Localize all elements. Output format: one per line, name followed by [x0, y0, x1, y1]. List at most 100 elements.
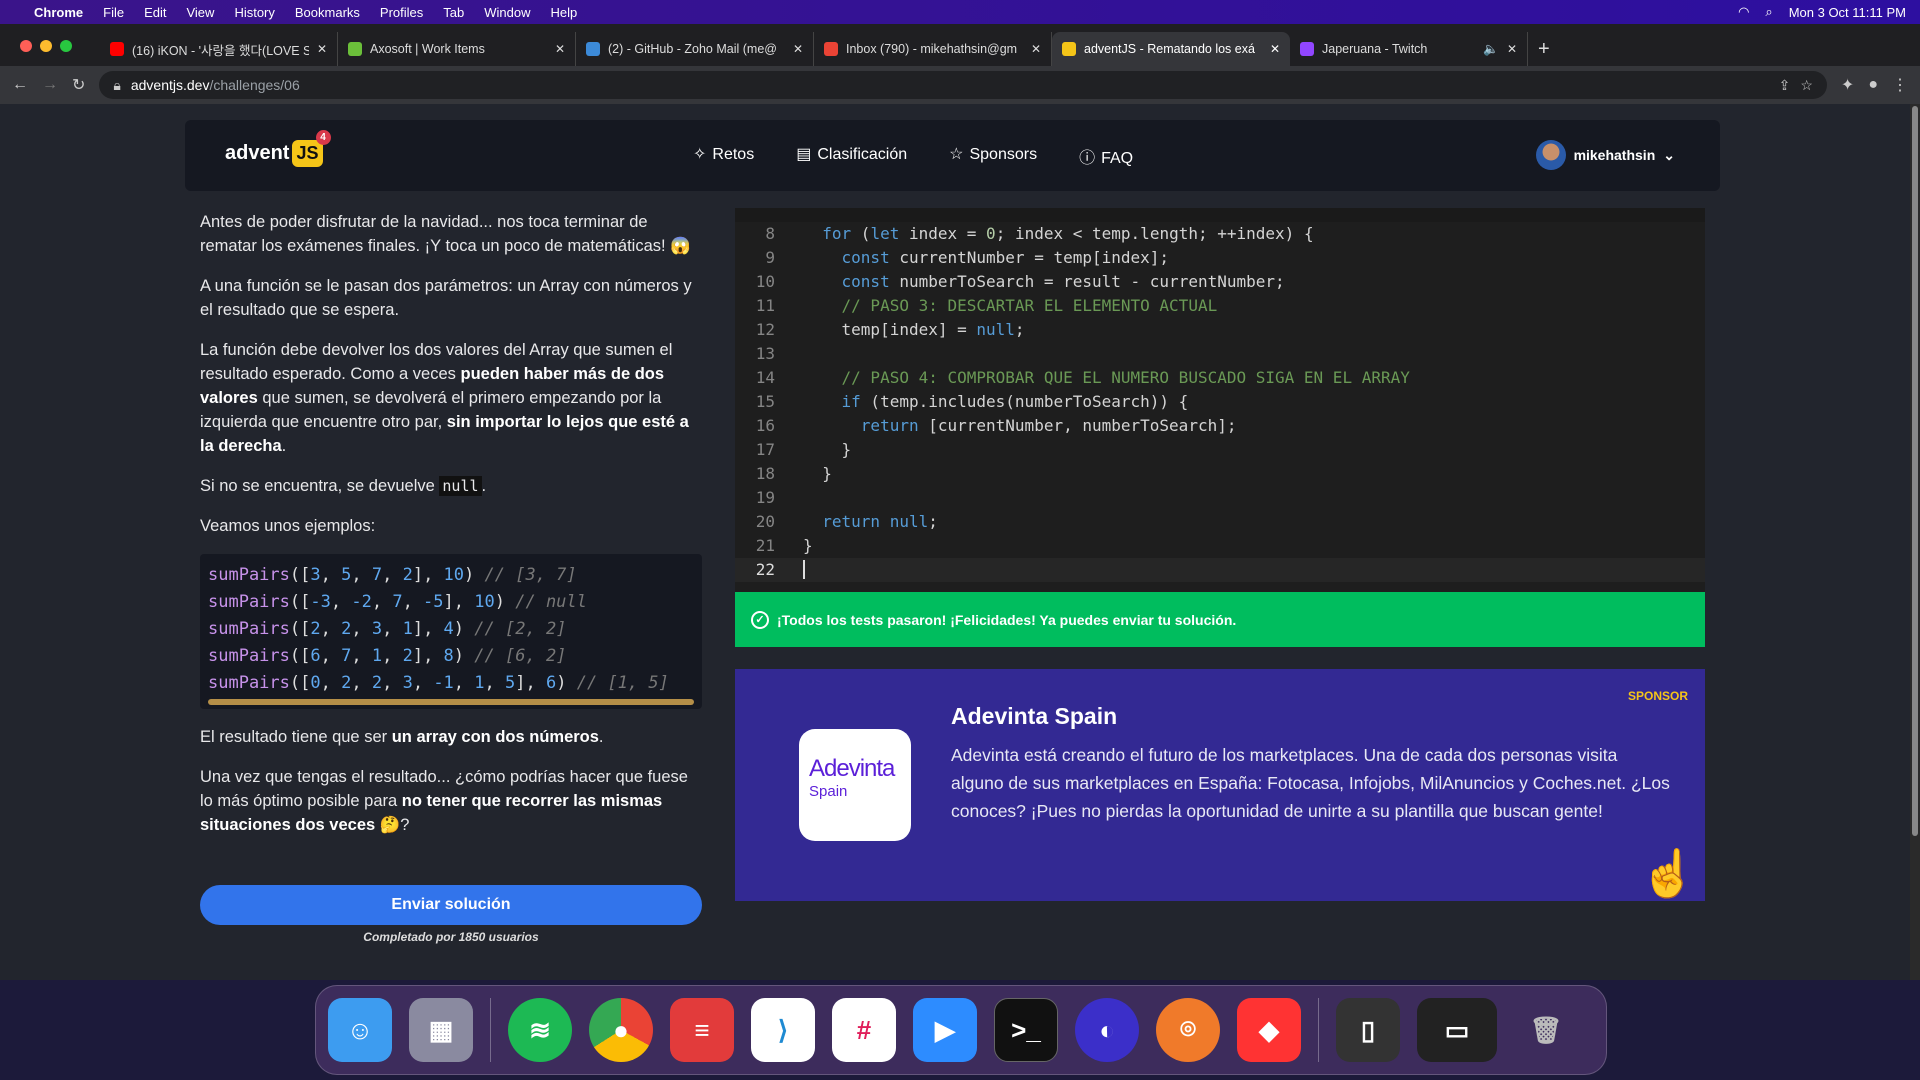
nightowl-icon[interactable]: ◐ — [1075, 998, 1139, 1062]
menu-file[interactable]: File — [103, 5, 124, 20]
editor-line[interactable]: 14 // PASO 4: COMPROBAR QUE EL NUMERO BU… — [735, 366, 1705, 390]
tests-passed-banner: ✓ ¡Todos los tests pasaron! ¡Felicidades… — [735, 592, 1705, 647]
forward-icon[interactable]: → — [42, 76, 58, 94]
editor-line[interactable]: 16 return [currentNumber, numberToSearch… — [735, 414, 1705, 438]
minimize-window-button[interactable] — [40, 40, 52, 52]
editor-line[interactable]: 12 temp[index] = null; — [735, 318, 1705, 342]
editor-line[interactable]: 10 const numberToSearch = result - curre… — [735, 270, 1705, 294]
menu-window[interactable]: Window — [484, 5, 530, 20]
page-scrollbar[interactable] — [1910, 104, 1920, 980]
editor-line[interactable]: 20 return null; — [735, 510, 1705, 534]
menu-bookmarks[interactable]: Bookmarks — [295, 5, 360, 20]
tab-bar: (16) iKON - '사랑을 했다(LOVE S ✕ Axosoft | Wo… — [0, 24, 1920, 66]
example-line: sumPairs([6, 7, 1, 2], 8) // [6, 2] — [208, 646, 567, 666]
address-bar[interactable]: 🔒︎ adventjs.dev/challenges/06 ⇪ ☆ — [99, 71, 1827, 99]
bookmark-star-icon[interactable]: ☆ — [1800, 77, 1813, 94]
send-solution-button[interactable]: Enviar solución — [200, 885, 702, 925]
menu-edit[interactable]: Edit — [144, 5, 166, 20]
new-tab-button[interactable]: + — [1528, 32, 1568, 66]
twitch-icon — [1300, 42, 1314, 56]
example-line: sumPairs([0, 2, 2, 3, -1, 1, 5], 6) // [… — [208, 673, 669, 693]
nav-sponsors[interactable]: ☆ Sponsors — [949, 144, 1037, 168]
axosoft-icon — [348, 42, 362, 56]
chart-icon: ▤ — [796, 146, 812, 163]
macos-dock: ☺ ▦ ≋ ● ≡ ⟩ # ▶ >_ ◐ ⌾ ◆ ▯ ▭ 🗑 — [315, 985, 1607, 1075]
tab-axosoft[interactable]: Axosoft | Work Items ✕ — [338, 32, 576, 66]
code-editor[interactable]: 8 for (let index = 0; index < temp.lengt… — [735, 208, 1705, 592]
spotify-icon[interactable]: ≋ — [508, 998, 572, 1062]
sponsor-title: Adevinta Spain — [951, 703, 1118, 729]
close-tab-icon[interactable]: ✕ — [317, 42, 327, 56]
editor-line[interactable]: 19 — [735, 486, 1705, 510]
adventjs-logo[interactable]: advent JS 4 — [225, 130, 331, 167]
editor-line[interactable]: 13 — [735, 342, 1705, 366]
slack-icon[interactable]: # — [832, 998, 896, 1062]
keyhole-app-icon[interactable]: ⌾ — [1156, 998, 1220, 1062]
wifi-icon[interactable]: ◠ — [1738, 4, 1749, 20]
zoom-icon[interactable]: ▶ — [913, 998, 977, 1062]
menu-kebab-icon[interactable]: ⋮ — [1892, 75, 1908, 95]
tab-youtube[interactable]: (16) iKON - '사랑을 했다(LOVE S ✕ — [100, 32, 338, 66]
close-tab-icon[interactable]: ✕ — [555, 42, 565, 56]
search-icon[interactable]: ⌕ — [1765, 4, 1772, 20]
user-menu[interactable]: mikehathsin ⌄ — [1535, 140, 1675, 170]
editor-line[interactable]: 22 — [735, 558, 1705, 582]
nav-clasificacion[interactable]: ▤ Clasificación — [796, 144, 907, 168]
anydesk-icon[interactable]: ◆ — [1237, 998, 1301, 1062]
menu-help[interactable]: Help — [551, 5, 578, 20]
nav-faq[interactable]: ⓘ FAQ — [1079, 144, 1133, 168]
sponsor-card[interactable]: SPONSOR Adevinta Spain Adevinta Spain Ade… — [735, 669, 1705, 901]
editor-line[interactable]: 18 } — [735, 462, 1705, 486]
adventjs-icon — [1062, 42, 1076, 56]
finder-icon[interactable]: ☺ — [328, 998, 392, 1062]
menu-profiles[interactable]: Profiles — [380, 5, 423, 20]
zoom-window-button[interactable] — [60, 40, 72, 52]
editor-line[interactable]: 21} — [735, 534, 1705, 558]
window-controls — [20, 40, 72, 52]
star-icon: ☆ — [949, 146, 964, 163]
terminal-icon[interactable]: >_ — [994, 998, 1058, 1062]
gmail-icon — [824, 42, 838, 56]
nav-retos[interactable]: ✧ Retos — [693, 144, 754, 168]
back-icon[interactable]: ← — [12, 76, 28, 94]
close-window-button[interactable] — [20, 40, 32, 52]
puzzle-icon: ✧ — [693, 146, 707, 163]
extensions-icon[interactable]: ✦ — [1841, 75, 1854, 95]
main-nav: ✧ Retos ▤ Clasificación ☆ Sponsors ⓘ FAQ — [693, 144, 1133, 168]
editor-line[interactable]: 9 const currentNumber = temp[index]; — [735, 246, 1705, 270]
editor-line[interactable]: 11 // PASO 3: DESCARTAR EL ELEMENTO ACTU… — [735, 294, 1705, 318]
close-tab-icon[interactable]: ✕ — [1031, 42, 1041, 56]
toolbar: ← → ↻ 🔒︎ adventjs.dev/challenges/06 ⇪ ☆ … — [0, 66, 1920, 104]
editor-line[interactable]: 17 } — [735, 438, 1705, 462]
chrome-icon[interactable]: ● — [589, 998, 653, 1062]
menu-view[interactable]: View — [186, 5, 214, 20]
expressvpn-icon[interactable]: ≡ — [670, 998, 734, 1062]
vscode-icon[interactable]: ⟩ — [751, 998, 815, 1062]
page: advent JS 4 ✧ Retos ▤ Clasificación ☆ Sponso… — [0, 104, 1910, 980]
menu-app[interactable]: Chrome — [34, 5, 83, 20]
reload-icon[interactable]: ↻ — [72, 75, 85, 95]
close-tab-icon[interactable]: ✕ — [1270, 42, 1280, 56]
html-file-icon[interactable]: ▯ — [1336, 998, 1400, 1062]
menu-tab[interactable]: Tab — [443, 5, 464, 20]
code-block-scrollbar[interactable] — [208, 699, 694, 705]
editor-line[interactable]: 8 for (let index = 0; index < temp.lengt… — [735, 222, 1705, 246]
tab-adventjs[interactable]: adventJS - Rematando los exá ✕ — [1052, 32, 1290, 66]
tab-twitch[interactable]: Japeruana - Twitch 🔈 ✕ — [1290, 32, 1528, 66]
chrome-window-icon[interactable]: ▭ — [1417, 998, 1497, 1062]
profile-avatar-icon[interactable]: ● — [1868, 76, 1878, 94]
close-tab-icon[interactable]: ✕ — [793, 42, 803, 56]
tab-zoho[interactable]: (2) - GitHub - Zoho Mail (me@ ✕ — [576, 32, 814, 66]
adevinta-logo: Adevinta Spain — [799, 729, 911, 841]
launchpad-icon[interactable]: ▦ — [409, 998, 473, 1062]
pointer-hand-icon: ☝ — [1639, 847, 1697, 899]
share-icon[interactable]: ⇪ — [1779, 77, 1791, 94]
trash-icon[interactable]: 🗑 — [1514, 998, 1578, 1062]
clock[interactable]: Mon 3 Oct 11:11 PM — [1789, 5, 1906, 20]
close-tab-icon[interactable]: ✕ — [1507, 42, 1517, 56]
examples-code-block: sumPairs([3, 5, 7, 2], 10) // [3, 7] sumP… — [200, 554, 702, 709]
menu-history[interactable]: History — [234, 5, 274, 20]
tab-gmail[interactable]: Inbox (790) - mikehathsin@gm ✕ — [814, 32, 1052, 66]
editor-line[interactable]: 15 if (temp.includes(numberToSearch)) { — [735, 390, 1705, 414]
speaker-icon[interactable]: 🔈 — [1483, 42, 1499, 57]
